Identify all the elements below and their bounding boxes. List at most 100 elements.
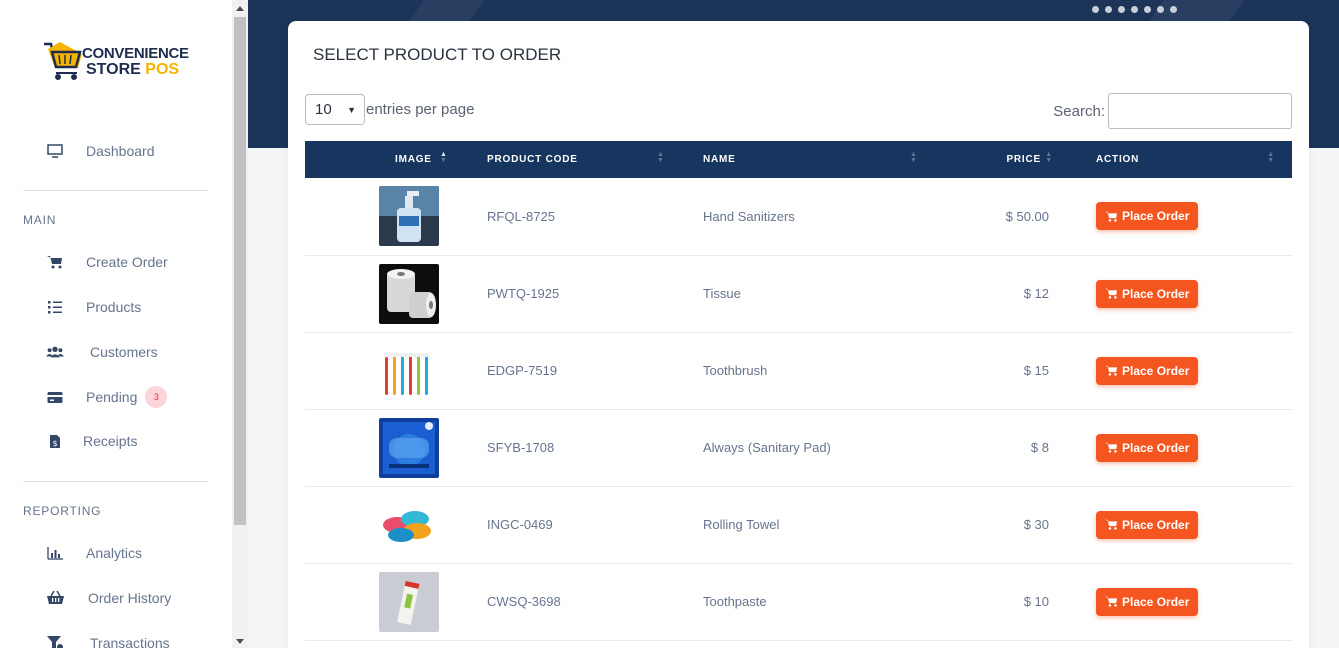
filter-icon — [46, 634, 64, 648]
table-header-row: IMAGE ▲ ▼ PRODUCT CODE ▲ ▼ NAME ▲ ▼ PRICE ▲… — [305, 141, 1292, 178]
page-title: SELECT PRODUCT TO ORDER — [313, 45, 562, 64]
sidebar-item-label: Order History — [88, 590, 172, 606]
product-name-cell: Toothpaste — [703, 594, 767, 609]
sort-icon: ▲ ▼ — [910, 151, 918, 164]
receipt-icon: $ — [46, 432, 64, 450]
section-title-reporting: REPORTING — [23, 504, 102, 518]
search-box: Search: — [1053, 93, 1292, 129]
logo-text-pos: POS — [145, 61, 180, 78]
column-header-action[interactable]: ACTION ▲ ▼ — [1049, 141, 1292, 178]
table-row: SFYB-1708 Always (Sanitary Pad) $ 8 Plac… — [305, 409, 1292, 486]
cart-icon — [1105, 365, 1118, 376]
scrollbar-thumb[interactable] — [234, 17, 246, 525]
list-icon — [46, 298, 64, 316]
towel-image — [379, 494, 439, 555]
place-order-button[interactable]: Place Order — [1096, 202, 1199, 231]
scroll-down-arrow-icon[interactable] — [236, 639, 244, 644]
sidebar-item-pending[interactable]: Pending 3 — [46, 386, 168, 408]
sidebar-item-customers[interactable]: Customers — [46, 341, 158, 363]
sort-icon: ▲ ▼ — [657, 151, 665, 164]
column-header-name[interactable]: NAME ▲ ▼ — [703, 141, 943, 178]
action-cell: Place Order — [1049, 486, 1292, 563]
column-header-product-code[interactable]: PRODUCT CODE ▲ ▼ — [487, 141, 703, 178]
action-cell: Place Order — [1049, 563, 1292, 640]
action-cell: Place Order — [1049, 332, 1292, 409]
cart-icon — [1105, 288, 1118, 299]
sidebar: CONVENIENCE STORE POS Dashboard MAIN Cre… — [0, 0, 232, 648]
product-name-cell: Hand Sanitizers — [703, 208, 795, 224]
product-code-cell: CWSQ-3698 — [487, 594, 561, 609]
sidebar-item-transactions[interactable]: Transactions — [46, 632, 170, 648]
place-order-button[interactable]: Place Order — [1096, 433, 1199, 462]
chevron-down-icon: ▼ — [347, 104, 356, 115]
column-header-label: NAME — [703, 154, 736, 165]
search-input[interactable] — [1108, 93, 1292, 129]
image-cell — [305, 178, 487, 255]
sort-icon: ▲ ▼ — [440, 151, 448, 164]
sidebar-divider — [23, 481, 208, 482]
table-row: PWTQ-1925 Tissue $ 12 Place Order — [305, 255, 1292, 332]
place-order-label: Place Order — [1122, 517, 1190, 532]
bar-chart-icon — [46, 544, 64, 562]
logo-text-line1: CONVENIENCE — [82, 45, 189, 62]
sidebar-item-receipts[interactable]: $ Receipts — [46, 430, 137, 452]
basket-icon — [46, 589, 64, 607]
product-name-cell: Toothbrush — [703, 363, 768, 378]
column-header-image[interactable]: IMAGE ▲ ▼ — [305, 141, 487, 178]
place-order-label: Place Order — [1122, 286, 1190, 301]
sort-icon: ▲ ▼ — [1267, 151, 1275, 164]
price-cell: $ 10 — [1023, 594, 1049, 609]
place-order-button[interactable]: Place Order — [1096, 279, 1199, 308]
sidebar-item-label: Receipts — [83, 433, 138, 449]
action-cell: Place Order — [1049, 178, 1292, 255]
cart-icon — [1105, 442, 1118, 453]
sanitary-pad-image — [379, 417, 439, 478]
search-label: Search: — [1053, 102, 1105, 120]
action-cell: Place Order — [1049, 255, 1292, 332]
table-row: CWSQ-3698 Toothpaste $ 10 Place Order — [305, 563, 1292, 640]
place-order-button[interactable]: Place Order — [1096, 587, 1199, 616]
toothpaste-image — [379, 571, 439, 632]
sidebar-item-label: Transactions — [90, 635, 170, 648]
place-order-label: Place Order — [1122, 440, 1190, 455]
products-table: IMAGE ▲ ▼ PRODUCT CODE ▲ ▼ NAME ▲ ▼ PRICE ▲… — [305, 141, 1292, 641]
sidebar-item-label: Products — [86, 299, 142, 315]
logo-cart-icon — [44, 42, 82, 80]
price-cell: $ 12 — [1023, 286, 1049, 301]
sidebar-item-label: Create Order — [86, 254, 168, 270]
sidebar-item-products[interactable]: Products — [46, 296, 141, 318]
place-order-label: Place Order — [1122, 363, 1190, 378]
sidebar-item-order-history[interactable]: Order History — [46, 587, 171, 609]
sidebar-item-create-order[interactable]: Create Order — [46, 251, 168, 273]
sidebar-item-label: Customers — [90, 344, 158, 360]
product-name-cell: Rolling Towel — [703, 517, 780, 532]
entries-per-page: 10 ▼ entries per page — [305, 94, 474, 125]
price-cell: $ 15 — [1023, 363, 1049, 378]
image-cell — [305, 563, 487, 640]
image-cell — [305, 255, 487, 332]
section-title-main: MAIN — [23, 213, 57, 227]
sidebar-item-dashboard[interactable]: Dashboard — [46, 140, 155, 162]
toothbrush-image — [379, 340, 439, 401]
place-order-button[interactable]: Place Order — [1096, 510, 1199, 539]
logo-text-line2: STORE POS — [86, 61, 179, 79]
sidebar-item-analytics[interactable]: Analytics — [46, 542, 142, 564]
users-icon — [46, 343, 64, 361]
scroll-up-arrow-icon[interactable] — [236, 6, 244, 11]
sidebar-scrollbar[interactable] — [232, 0, 248, 648]
product-code-cell: RFQL-8725 — [487, 208, 555, 224]
action-cell: Place Order — [1049, 409, 1292, 486]
place-order-button[interactable]: Place Order — [1096, 356, 1199, 385]
column-header-price[interactable]: PRICE ▲ ▼ — [943, 141, 1052, 178]
column-header-label: PRICE — [1006, 154, 1041, 165]
entries-select-value: 10 — [315, 101, 332, 118]
app-logo[interactable]: CONVENIENCE STORE POS — [42, 40, 192, 84]
cart-icon — [1105, 596, 1118, 607]
table-row: RFQL-8725 Hand Sanitizers $ 50.00 Place … — [305, 178, 1292, 255]
sidebar-item-label: Dashboard — [86, 143, 155, 159]
cart-icon — [1105, 519, 1118, 530]
entries-select[interactable]: 10 ▼ — [305, 94, 365, 125]
product-code-cell: EDGP-7519 — [487, 363, 558, 378]
carousel-dots — [1092, 6, 1177, 13]
cart-icon — [1105, 211, 1118, 222]
